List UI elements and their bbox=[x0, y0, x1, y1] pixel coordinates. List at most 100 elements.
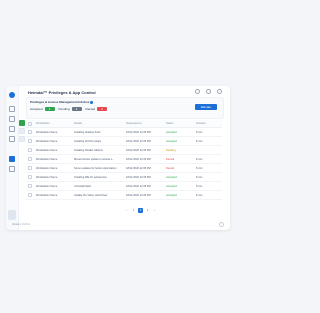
stat-label: Accepted bbox=[30, 107, 43, 111]
summary-title: Privileges & Access Management Infobox bbox=[30, 100, 94, 104]
cell-duration: 8 min bbox=[194, 136, 222, 146]
page-1[interactable]: 1 bbox=[131, 208, 136, 213]
table-header: Workstation Details Requested at Status … bbox=[26, 120, 222, 128]
next-page-button[interactable]: › bbox=[152, 208, 157, 213]
stat-value: 4 bbox=[44, 107, 55, 111]
stat-accepted: Accepted 4 bbox=[30, 107, 55, 111]
cell-duration: 8 min bbox=[194, 181, 222, 191]
table-row[interactable]: Workstation Name Some updates for better … bbox=[26, 163, 222, 173]
col-requested[interactable]: Requested at bbox=[124, 120, 164, 128]
cell-requested: 18.02.2020 12:35 PM bbox=[124, 154, 164, 164]
account-icon[interactable] bbox=[217, 89, 222, 94]
sidebar-rail bbox=[6, 86, 19, 230]
cell-duration bbox=[194, 145, 222, 155]
table-row[interactable]: Workstation Name Installing IDE for webse… bbox=[26, 172, 222, 182]
row-checkbox[interactable] bbox=[26, 136, 34, 146]
stat-label: Denied bbox=[85, 107, 96, 111]
summary-card: Privileges & Access Management Infobox A… bbox=[26, 97, 224, 119]
cell-requested: 18.02.2020 12:35 PM bbox=[124, 145, 164, 155]
row-checkbox[interactable] bbox=[26, 154, 34, 164]
pagination: ‹ 1 2 3 › bbox=[124, 208, 157, 213]
cell-requested: 18.02.2020 12:35 PM bbox=[124, 127, 164, 137]
summary-title-text: Privileges & Access Management Infobox bbox=[30, 100, 90, 104]
stat-value: 2 bbox=[97, 107, 108, 111]
status-badge: Denied bbox=[164, 154, 194, 164]
app-window: Heimdal™ Privileges & App Control Privil… bbox=[6, 86, 230, 230]
prev-page-button[interactable]: ‹ bbox=[124, 208, 129, 213]
cell-details: Installing desktop fonts bbox=[72, 127, 124, 137]
side-tabs bbox=[19, 120, 25, 142]
cell-duration: 8 min bbox=[194, 154, 222, 164]
cell-details: Uninstall Flash bbox=[72, 181, 124, 191]
top-right-actions bbox=[195, 89, 222, 94]
user-icon[interactable] bbox=[9, 116, 15, 122]
list-icon[interactable] bbox=[9, 166, 15, 172]
col-status[interactable]: Status bbox=[164, 120, 194, 128]
page-2[interactable]: 2 bbox=[138, 208, 143, 213]
table-row[interactable]: Workstation Name Update the Video card Dr… bbox=[26, 190, 222, 200]
status-badge: Pending bbox=[164, 145, 194, 155]
col-details[interactable]: Details bbox=[72, 120, 124, 128]
stat-denied: Denied 2 bbox=[86, 107, 108, 111]
version-label: Version: 2.2.0.1 bbox=[12, 223, 31, 226]
cell-workstation: Workstation Name bbox=[34, 127, 72, 137]
export-icon[interactable] bbox=[19, 136, 25, 142]
cell-workstation: Workstation Name bbox=[34, 145, 72, 155]
cell-requested: 18.02.2020 12:35 PM bbox=[124, 163, 164, 173]
row-checkbox[interactable] bbox=[26, 190, 34, 200]
cell-requested: 18.02.2020 12:35 PM bbox=[124, 136, 164, 146]
col-duration[interactable]: Duration bbox=[194, 120, 222, 128]
table-row[interactable]: Workstation Name Uninstall Flash 18.02.202… bbox=[26, 181, 222, 191]
cell-duration: 8 min bbox=[194, 163, 222, 173]
requests-grid: Workstation Details Requested at Status … bbox=[26, 120, 222, 200]
lock-icon[interactable] bbox=[9, 136, 15, 142]
status-badge: Accepted bbox=[164, 190, 194, 200]
row-checkbox[interactable] bbox=[26, 145, 34, 155]
stat-pending: Pending 2 bbox=[59, 107, 82, 111]
status-badge: Accepted bbox=[164, 181, 194, 191]
home-icon[interactable] bbox=[9, 106, 15, 112]
info-icon[interactable] bbox=[90, 100, 94, 104]
cell-workstation: Workstation Name bbox=[34, 181, 72, 191]
row-checkbox[interactable] bbox=[26, 181, 34, 191]
stat-label: Pending bbox=[58, 107, 70, 111]
brand-logo bbox=[9, 92, 15, 98]
cell-duration: 8 min bbox=[194, 127, 222, 137]
cell-details: Some updates for better optimization bbox=[72, 163, 124, 173]
row-checkbox[interactable] bbox=[26, 127, 34, 137]
status-badge: Accepted bbox=[164, 172, 194, 182]
row-checkbox[interactable] bbox=[26, 172, 34, 182]
filter-icon[interactable] bbox=[19, 128, 25, 134]
cell-workstation: Workstation Name bbox=[34, 136, 72, 146]
table-row[interactable]: Workstation Name Installing desktop fonts… bbox=[26, 127, 222, 137]
bell-icon[interactable] bbox=[206, 89, 211, 94]
cell-requested: 18.02.2020 12:35 PM bbox=[124, 181, 164, 191]
table-row[interactable]: Workstation Name Moved device update to a… bbox=[26, 154, 222, 164]
status-badge: Denied bbox=[164, 163, 194, 173]
select-all-checkbox[interactable] bbox=[26, 120, 34, 128]
cell-requested: 18.02.2020 12:35 PM bbox=[124, 190, 164, 200]
page-title: Heimdal™ Privileges & App Control bbox=[28, 90, 96, 95]
elevate-button[interactable]: Elevate bbox=[195, 104, 217, 110]
shield-icon[interactable] bbox=[9, 126, 15, 132]
cell-details: Installing Reader Addons bbox=[72, 145, 124, 155]
help-icon[interactable] bbox=[219, 222, 224, 227]
cell-workstation: Workstation Name bbox=[34, 154, 72, 164]
cell-requested: 18.02.2020 12:35 PM bbox=[124, 172, 164, 182]
app-mark-icon bbox=[8, 210, 16, 220]
requests-table: Workstation Details Requested at Status … bbox=[19, 120, 222, 200]
cell-workstation: Workstation Name bbox=[34, 172, 72, 182]
col-workstation[interactable]: Workstation bbox=[34, 120, 72, 128]
shield-check-icon[interactable] bbox=[19, 120, 25, 126]
cell-details: Installing IDE for webservice bbox=[72, 172, 124, 182]
stat-value: 2 bbox=[71, 107, 82, 111]
cell-workstation: Workstation Name bbox=[34, 163, 72, 173]
row-checkbox[interactable] bbox=[26, 163, 34, 173]
sync-icon[interactable] bbox=[195, 89, 200, 94]
table-row[interactable]: Workstation Name Installing Reader Addons… bbox=[26, 145, 222, 155]
settings-icon[interactable] bbox=[9, 156, 15, 162]
page-3[interactable]: 3 bbox=[145, 208, 150, 213]
status-badge: Accepted bbox=[164, 127, 194, 137]
cell-duration: 8 min bbox=[194, 190, 222, 200]
table-row[interactable]: Workstation Name Installing 3rd-Par plugi… bbox=[26, 136, 222, 146]
